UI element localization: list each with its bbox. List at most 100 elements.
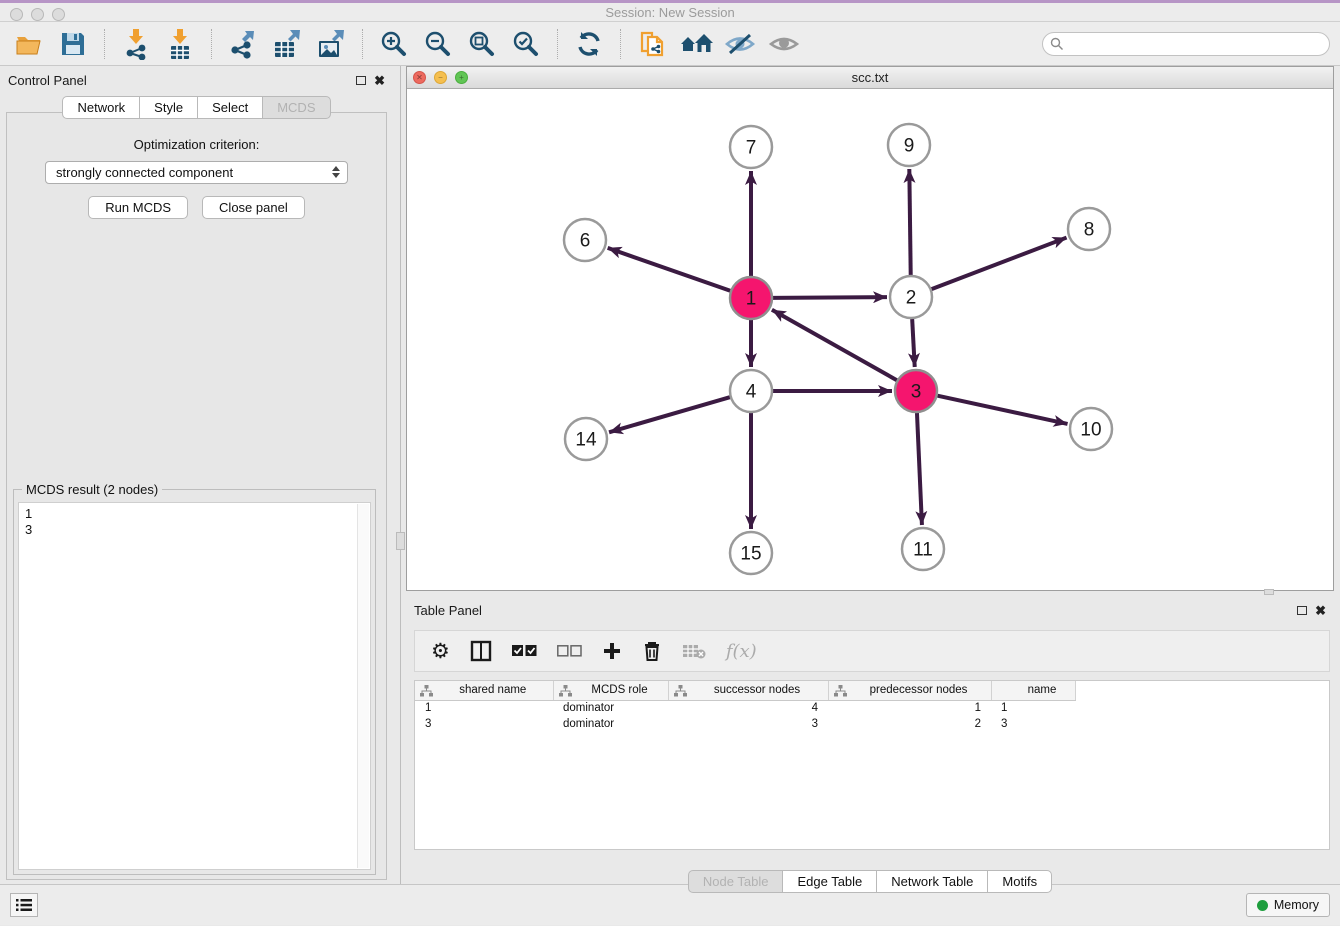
function-builder-icon[interactable]: f(x) <box>726 641 757 662</box>
export-network-icon[interactable] <box>224 26 262 62</box>
close-panel-icon[interactable]: ✖ <box>374 74 385 87</box>
network-window-title: scc.txt <box>407 70 1333 85</box>
export-image-icon[interactable] <box>312 26 350 62</box>
memory-status-icon <box>1257 900 1268 911</box>
table-tab-edge-table[interactable]: Edge Table <box>782 870 877 893</box>
node-3[interactable]: 3 <box>895 370 937 412</box>
table-tab-node-table[interactable]: Node Table <box>688 870 784 893</box>
node-4[interactable]: 4 <box>730 370 772 412</box>
edge-3-10[interactable] <box>937 396 1067 424</box>
deselect-all-checkboxes-icon[interactable] <box>557 645 582 657</box>
export-table-icon[interactable] <box>268 26 306 62</box>
delete-column-icon[interactable] <box>642 640 662 662</box>
show-columns-icon[interactable] <box>470 640 492 662</box>
panel-splitter[interactable] <box>400 66 401 884</box>
memory-button[interactable]: Memory <box>1246 893 1330 917</box>
list-icon <box>16 898 32 912</box>
node-10[interactable]: 10 <box>1070 408 1112 450</box>
network-resize-grip[interactable] <box>1264 589 1274 595</box>
app-window-controls[interactable] <box>10 8 65 21</box>
select-stepper-icon <box>332 166 340 178</box>
app-close-icon[interactable] <box>10 8 23 21</box>
table-panel: Table Panel ✖ ⚙ <box>406 596 1334 884</box>
app-minimize-icon[interactable] <box>31 8 44 21</box>
show-all-icon[interactable] <box>765 26 803 62</box>
zoom-out-icon[interactable] <box>419 26 457 62</box>
column-header-successor-nodes[interactable]: successor nodes <box>668 681 828 700</box>
node-15[interactable]: 15 <box>730 532 772 574</box>
table-cell: 1 <box>415 700 553 716</box>
splitter-grip[interactable] <box>396 532 405 550</box>
column-header-shared-name[interactable]: shared name <box>415 681 553 700</box>
import-network-icon[interactable] <box>117 26 155 62</box>
table-tab-network-table[interactable]: Network Table <box>876 870 988 893</box>
zoom-in-icon[interactable] <box>375 26 413 62</box>
node-1[interactable]: 1 <box>730 277 772 319</box>
add-column-icon[interactable] <box>602 641 622 661</box>
control-panel: Control Panel ✖ NetworkStyleSelectMCDS O… <box>0 66 393 884</box>
network-canvas[interactable]: 7 9 6 8 1 2 4 3 14 10 15 11 <box>407 89 1333 590</box>
app-zoom-icon[interactable] <box>52 8 65 21</box>
first-neighbors-icon[interactable] <box>677 26 715 62</box>
result-line: 1 <box>25 506 364 522</box>
table-cell: 3 <box>415 716 553 732</box>
table-panel-title: Table Panel <box>414 603 482 618</box>
column-header-name[interactable]: name <box>991 681 1075 700</box>
edge-3-11[interactable] <box>917 413 922 525</box>
save-session-icon[interactable] <box>54 26 92 62</box>
tab-mcds[interactable]: MCDS <box>262 96 330 119</box>
float-table-panel-icon[interactable] <box>1297 606 1307 615</box>
float-panel-icon[interactable] <box>356 76 366 85</box>
tab-network[interactable]: Network <box>62 96 140 119</box>
table-cell: 3 <box>991 716 1075 732</box>
node-table[interactable]: shared nameMCDS rolesuccessor nodesprede… <box>414 680 1330 850</box>
node-9[interactable]: 9 <box>888 124 930 166</box>
close-panel-button[interactable]: Close panel <box>202 196 305 219</box>
column-settings-gear-icon[interactable]: ⚙ <box>431 641 450 662</box>
network-maximize-icon[interactable]: + <box>455 71 468 84</box>
table-row[interactable]: 3dominator323 <box>415 716 1075 732</box>
task-history-button[interactable] <box>10 893 38 917</box>
edge-1-6[interactable] <box>608 248 731 291</box>
zoom-selected-icon[interactable] <box>507 26 545 62</box>
run-mcds-button[interactable]: Run MCDS <box>88 196 188 219</box>
edge-2-3[interactable] <box>912 319 915 367</box>
edge-2-8[interactable] <box>932 238 1067 290</box>
network-window-titlebar[interactable]: ✕ − + scc.txt <box>407 67 1333 89</box>
network-minimize-icon[interactable]: − <box>434 71 447 84</box>
copy-network-view-icon[interactable] <box>633 26 671 62</box>
table-cell: 1 <box>991 700 1075 716</box>
column-header-MCDS-role[interactable]: MCDS role <box>553 681 668 700</box>
edge-2-9[interactable] <box>909 169 910 275</box>
optimization-criterion-select[interactable]: strongly connected component <box>45 161 348 184</box>
hide-selected-icon[interactable] <box>721 26 759 62</box>
svg-text:15: 15 <box>740 544 761 565</box>
open-session-icon[interactable] <box>10 26 48 62</box>
node-7[interactable]: 7 <box>730 126 772 168</box>
node-11[interactable]: 11 <box>902 528 944 570</box>
import-table-icon[interactable] <box>161 26 199 62</box>
node-14[interactable]: 14 <box>565 418 607 460</box>
edge-4-14[interactable] <box>609 397 730 432</box>
close-table-panel-icon[interactable]: ✖ <box>1315 604 1326 617</box>
app-title: Session: New Session <box>0 5 1340 20</box>
table-tab-motifs[interactable]: Motifs <box>987 870 1052 893</box>
tab-style[interactable]: Style <box>139 96 198 119</box>
edge-1-2[interactable] <box>773 297 887 298</box>
tab-select[interactable]: Select <box>197 96 263 119</box>
network-close-icon[interactable]: ✕ <box>413 71 426 84</box>
table-row[interactable]: 1dominator411 <box>415 700 1075 716</box>
result-scrollbar[interactable] <box>357 504 369 868</box>
app-titlebar: Session: New Session <box>0 0 1340 22</box>
delete-table-icon[interactable] <box>682 643 706 659</box>
search-input[interactable] <box>1042 32 1330 56</box>
edge-3-1[interactable] <box>772 310 897 380</box>
zoom-fit-icon[interactable] <box>463 26 501 62</box>
mcds-result-list[interactable]: 13 <box>18 502 371 870</box>
select-all-checkboxes-icon[interactable] <box>512 645 537 657</box>
column-header-predecessor-nodes[interactable]: predecessor nodes <box>828 681 991 700</box>
refresh-layout-icon[interactable] <box>570 26 608 62</box>
node-6[interactable]: 6 <box>564 219 606 261</box>
node-2[interactable]: 2 <box>890 276 932 318</box>
node-8[interactable]: 8 <box>1068 208 1110 250</box>
